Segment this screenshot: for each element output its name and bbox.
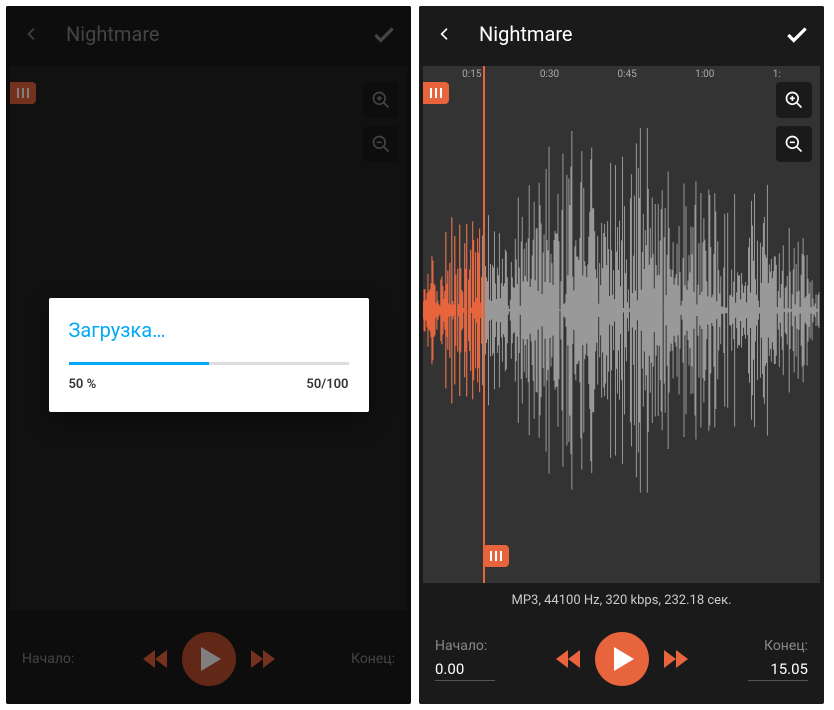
end-handle[interactable] (483, 545, 509, 567)
play-button[interactable] (595, 632, 649, 686)
footer-bar: Начало: 0.00 Конец: 15.05 (419, 614, 824, 704)
tick: 0:30 (540, 69, 559, 80)
end-label: Конец: (748, 638, 808, 654)
zoom-controls (363, 82, 399, 162)
progress-text-row: 50 % 50/100 (69, 377, 349, 392)
back-icon[interactable] (22, 24, 42, 44)
left-screen: Nightmare Начало: (6, 6, 411, 704)
page-title: Nightmare (479, 22, 760, 46)
playback-controls (553, 632, 691, 686)
progress-fill (69, 362, 209, 365)
start-time-block: Начало: (22, 651, 82, 667)
forward-icon[interactable] (661, 644, 691, 674)
tick: 0:45 (617, 69, 636, 80)
zoom-out-icon[interactable] (363, 126, 399, 162)
progress-percent: 50 % (69, 377, 97, 392)
start-handle[interactable] (10, 82, 36, 104)
rewind-icon[interactable] (553, 644, 583, 674)
end-label: Конец: (335, 651, 395, 667)
waveform-area[interactable]: 0:15 0:30 0:45 1:00 1: (423, 66, 820, 583)
start-handle[interactable] (423, 82, 449, 104)
zoom-in-icon[interactable] (363, 82, 399, 118)
zoom-controls (776, 82, 812, 162)
tick: 0:15 (462, 69, 481, 80)
start-label: Начало: (22, 651, 82, 667)
progress-count: 50/100 (306, 377, 348, 392)
end-value[interactable]: 15.05 (748, 660, 808, 681)
rewind-icon[interactable] (140, 644, 170, 674)
file-info-text: MP3, 44100 Hz, 320 kbps, 232.18 сек. (419, 587, 824, 614)
playback-controls (140, 632, 278, 686)
playhead-line[interactable] (483, 66, 485, 583)
zoom-out-icon[interactable] (776, 126, 812, 162)
forward-icon[interactable] (248, 644, 278, 674)
start-time-block: Начало: 0.00 (435, 638, 495, 681)
zoom-in-icon[interactable] (776, 82, 812, 118)
loading-dialog: Загрузка… 50 % 50/100 (49, 298, 369, 412)
header: Nightmare (6, 6, 411, 62)
page-title: Nightmare (66, 22, 347, 46)
start-label: Начало: (435, 638, 495, 654)
header: Nightmare (419, 6, 824, 62)
footer-bar: Начало: Конец: (6, 614, 411, 704)
tick: 1: (773, 69, 781, 80)
tick: 1:00 (695, 69, 714, 80)
start-value[interactable]: 0.00 (435, 660, 495, 681)
end-time-block: Конец: 15.05 (748, 638, 808, 681)
right-screen: Nightmare 0:15 0:30 0:45 1:00 1: MP3, 44… (419, 6, 824, 704)
end-time-block: Конец: (335, 651, 395, 667)
back-icon[interactable] (435, 24, 455, 44)
checkmark-icon[interactable] (784, 22, 808, 46)
play-button[interactable] (182, 632, 236, 686)
progress-bar (69, 362, 349, 365)
dialog-title: Загрузка… (69, 318, 349, 342)
checkmark-icon[interactable] (371, 22, 395, 46)
